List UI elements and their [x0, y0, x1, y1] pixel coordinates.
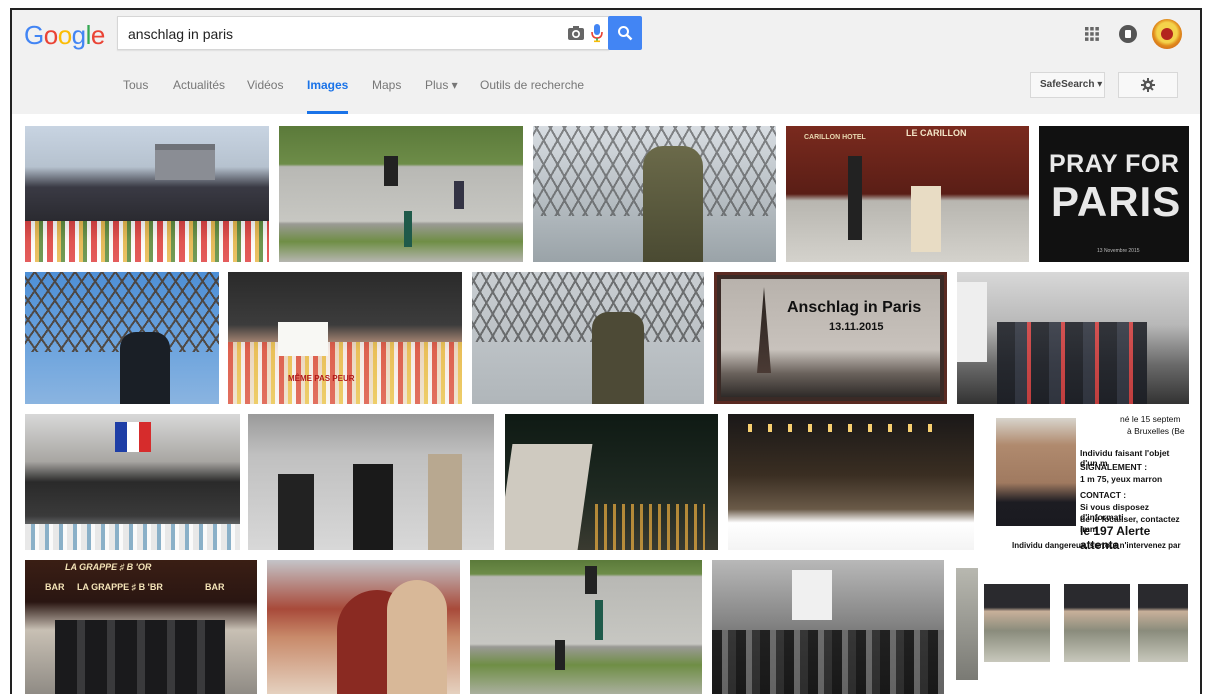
document-line: à Bruxelles (Be [1127, 426, 1185, 436]
header: Google [12, 10, 1200, 62]
storefront-sign: LA GRAPPE ♯ B 'BR [77, 582, 163, 592]
storefront-sign: BAR [45, 582, 65, 592]
logo-letter: G [24, 20, 44, 50]
image-result[interactable] [25, 272, 219, 404]
tab-maps[interactable]: Maps [372, 78, 401, 114]
storefront-sign: CARILLON HOTEL [804, 134, 866, 141]
logo-letter: e [90, 20, 105, 50]
browser-frame: Google anschlag in paris Tous Actualités… [10, 8, 1202, 694]
logo-letter: g [71, 20, 86, 50]
search-input[interactable] [126, 17, 550, 51]
logo-letter: o [43, 20, 58, 50]
google-logo[interactable]: Google [24, 20, 105, 51]
image-result[interactable]: Anschlag in Paris 13.11.2015 [714, 272, 947, 404]
document-line: né le 15 septem [1120, 414, 1181, 424]
image-result[interactable] [470, 560, 702, 694]
image-caption: 13 Novembre 2015 [1097, 248, 1140, 254]
image-caption: PRAY FOR [1049, 150, 1180, 178]
image-result[interactable]: MÊME PAS PEUR [228, 272, 462, 404]
image-result[interactable] [248, 414, 494, 550]
image-result[interactable] [25, 414, 240, 550]
image-caption: MÊME PAS PEUR [288, 374, 355, 383]
tab-more[interactable]: Plus ▾ [425, 78, 458, 114]
image-result[interactable]: LA GRAPPE ♯ B 'OR LA GRAPPE ♯ B 'BR BAR … [25, 560, 257, 694]
search-icon [618, 26, 633, 41]
logo-letter: o [57, 20, 72, 50]
image-result[interactable] [728, 414, 974, 550]
image-result[interactable] [533, 126, 776, 262]
storefront-sign: BAR [205, 582, 225, 592]
camera-icon[interactable] [567, 25, 585, 41]
mic-icon[interactable] [591, 23, 603, 43]
storefront-sign: LA GRAPPE ♯ B 'OR [65, 562, 152, 572]
image-results-grid: LE CARILLON CARILLON HOTEL PRAY FOR PARI… [12, 114, 1200, 694]
image-result[interactable] [505, 414, 718, 550]
tab-all[interactable]: Tous [123, 78, 148, 114]
document-line: Individu dangereux, surtout n'intervenez… [1012, 541, 1181, 550]
image-caption: Anschlag in Paris [787, 299, 922, 316]
image-result[interactable] [279, 126, 523, 262]
image-result[interactable]: né le 15 septem à Bruxelles (Be Individu… [984, 414, 1189, 550]
search-box[interactable] [117, 16, 609, 51]
document-line: 1 m 75, yeux marron [1080, 474, 1163, 484]
tab-images[interactable]: Images [307, 78, 349, 114]
document-line: SIGNALEMENT : [1080, 462, 1148, 472]
storefront-sign: LE CARILLON [906, 128, 967, 138]
image-result[interactable] [25, 126, 269, 262]
notifications-icon[interactable] [1118, 24, 1138, 44]
image-result[interactable] [472, 272, 704, 404]
image-result[interactable] [712, 560, 944, 694]
search-tabs-bar: Tous Actualités Vidéos Images Maps Plus … [12, 62, 1200, 115]
image-caption: PARIS [1051, 178, 1182, 225]
image-result[interactable] [957, 272, 1189, 404]
safesearch-dropdown[interactable]: SafeSearch ▾ [1030, 72, 1105, 98]
tab-search-tools[interactable]: Outils de recherche [480, 78, 584, 114]
avatar[interactable] [1152, 19, 1182, 49]
tab-news[interactable]: Actualités [173, 78, 225, 114]
image-result[interactable] [954, 560, 1189, 694]
image-result[interactable]: LE CARILLON CARILLON HOTEL [786, 126, 1029, 262]
document-line: CONTACT : [1080, 490, 1127, 500]
image-result[interactable] [267, 560, 460, 694]
image-result[interactable]: PRAY FOR PARIS 13 Novembre 2015 [1039, 126, 1189, 262]
apps-grid-icon[interactable] [1084, 26, 1100, 42]
search-button[interactable] [608, 16, 642, 50]
tab-videos[interactable]: Vidéos [247, 78, 283, 114]
image-caption: 13.11.2015 [829, 321, 884, 333]
settings-button[interactable] [1118, 72, 1178, 98]
gear-icon [1141, 78, 1155, 92]
